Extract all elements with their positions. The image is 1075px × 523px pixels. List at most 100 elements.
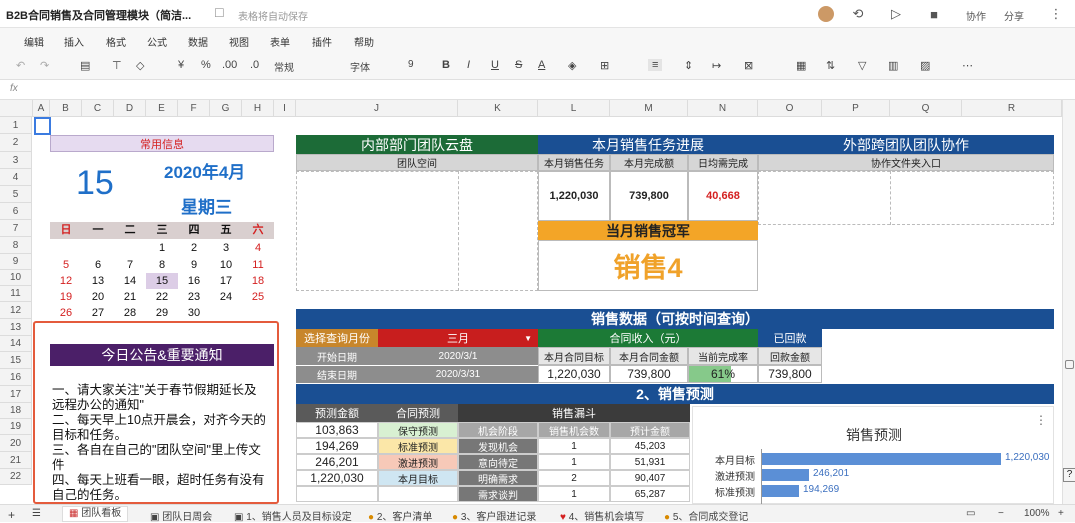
chart-bar[interactable] — [761, 453, 1001, 465]
row-header[interactable]: 22 — [0, 469, 32, 485]
insert-table-icon[interactable]: ▦ — [796, 59, 806, 72]
calendar-day[interactable]: 27 — [82, 305, 114, 321]
row-header[interactable]: 4 — [0, 169, 32, 186]
row-header[interactable]: 7 — [0, 220, 32, 237]
calendar-day[interactable]: 18 — [242, 273, 274, 289]
col-header[interactable]: Q — [890, 100, 962, 117]
calendar-day[interactable]: 14 — [114, 273, 146, 289]
col-header[interactable]: M — [610, 100, 688, 117]
video-icon[interactable]: ■ — [924, 4, 944, 24]
calendar-day[interactable]: 1 — [146, 240, 178, 256]
sheet-tab[interactable]: ● 2、客户清单 — [368, 508, 432, 523]
row-header[interactable]: 10 — [0, 270, 32, 286]
row-header[interactable]: 14 — [0, 336, 32, 352]
menu-form[interactable]: 表单 — [270, 34, 290, 49]
col-header[interactable]: E — [146, 100, 178, 117]
history-icon[interactable]: ⟲ — [848, 4, 868, 24]
calendar-day[interactable]: 26 — [50, 305, 82, 321]
currency-button[interactable]: ¥ — [178, 59, 184, 71]
menu-help[interactable]: 帮助 — [354, 34, 374, 49]
calendar-day[interactable]: 21 — [114, 289, 146, 305]
italic-button[interactable]: I — [467, 59, 470, 71]
calendar-day[interactable] — [242, 305, 274, 321]
row-header[interactable]: 12 — [0, 302, 32, 319]
col-header[interactable]: N — [688, 100, 758, 117]
calendar-day[interactable]: 25 — [242, 289, 274, 305]
underline-button[interactable]: U — [491, 59, 499, 71]
col-header[interactable]: L — [538, 100, 610, 117]
decimal-add-button[interactable]: .00 — [222, 59, 237, 71]
bookmark-icon[interactable]: ☐ — [214, 6, 225, 20]
row-header[interactable]: 20 — [0, 435, 32, 452]
calendar-day[interactable]: 2 — [178, 240, 210, 256]
paste-icon[interactable]: ▤ — [80, 59, 90, 72]
calendar-day[interactable]: 15 — [146, 273, 178, 289]
redo-icon[interactable]: ↷ — [40, 59, 49, 72]
sheet-tab-active[interactable]: ▦ 团队看板 — [62, 506, 129, 522]
number-format-select[interactable]: 常规 — [274, 59, 294, 74]
bold-button[interactable]: B — [442, 59, 450, 71]
chart-icon[interactable]: ▨ — [920, 59, 930, 72]
align-icon[interactable]: ≡ — [648, 59, 663, 71]
col-header[interactable]: R — [962, 100, 1062, 117]
row-header[interactable]: 6 — [0, 203, 32, 220]
calendar-day[interactable]: 13 — [82, 273, 114, 289]
font-size-select[interactable]: 9 — [408, 59, 414, 70]
col-header[interactable]: J — [296, 100, 458, 117]
help-icon[interactable]: ? — [1063, 468, 1075, 482]
select-all-corner[interactable] — [0, 100, 33, 117]
row-header[interactable]: 17 — [0, 386, 32, 403]
chart-bar[interactable] — [761, 469, 809, 481]
calendar-day[interactable]: 6 — [82, 257, 114, 273]
col-header[interactable]: G — [210, 100, 242, 117]
wrap-icon[interactable]: ↦ — [712, 59, 721, 72]
collab-button[interactable]: 协作 — [966, 8, 986, 23]
row-header[interactable]: 11 — [0, 286, 32, 302]
calendar-day[interactable]: 29 — [146, 305, 178, 321]
font-select[interactable]: 字体 — [350, 59, 370, 74]
formula-bar[interactable]: fx — [0, 80, 1075, 100]
calendar-day[interactable]: 19 — [50, 289, 82, 305]
valign-icon[interactable]: ⇕ — [684, 59, 693, 72]
calendar-day[interactable]: 11 — [242, 257, 274, 273]
border-icon[interactable]: ⊞ — [600, 59, 609, 72]
col-header[interactable]: K — [458, 100, 538, 117]
col-header[interactable]: I — [274, 100, 296, 117]
row-header[interactable]: 21 — [0, 452, 32, 469]
row-header[interactable]: 16 — [0, 369, 32, 386]
calendar-day[interactable]: 3 — [210, 240, 242, 256]
strikethrough-button[interactable]: S — [515, 59, 522, 71]
calendar-day[interactable]: 9 — [178, 257, 210, 273]
calendar-day[interactable]: 20 — [82, 289, 114, 305]
col-header[interactable]: P — [822, 100, 890, 117]
calendar-day[interactable] — [210, 305, 242, 321]
font-color-button[interactable]: A — [538, 59, 545, 71]
calendar-day[interactable]: 24 — [210, 289, 242, 305]
calendar-day[interactable]: 30 — [178, 305, 210, 321]
present-icon[interactable]: ▷ — [886, 4, 906, 24]
collab-folder-area[interactable] — [758, 171, 1054, 225]
selected-cell[interactable] — [34, 117, 51, 135]
spreadsheet-grid[interactable]: A B C D E F G H I J K L M N O P Q R S 12… — [0, 100, 1062, 504]
row-header[interactable]: 13 — [0, 319, 32, 336]
calendar-day[interactable]: 16 — [178, 273, 210, 289]
col-header[interactable]: F — [178, 100, 210, 117]
chart-bar[interactable] — [761, 485, 799, 497]
row-header[interactable]: 19 — [0, 419, 32, 435]
document-title[interactable]: B2B合同销售及合同管理模块（简洁... — [6, 7, 191, 23]
col-header[interactable]: B — [50, 100, 82, 117]
calendar-day[interactable]: 10 — [210, 257, 242, 273]
calendar-day[interactable] — [50, 240, 82, 256]
row-header[interactable]: 15 — [0, 352, 32, 369]
row-header[interactable]: 18 — [0, 403, 32, 419]
zoom-out-icon[interactable]: − — [998, 508, 1004, 519]
freeze-icon[interactable]: ▥ — [888, 59, 898, 72]
more-toolbar-icon[interactable]: ⋯ — [962, 59, 973, 72]
calendar-day[interactable]: 8 — [146, 257, 178, 273]
zoom-level[interactable]: 100% — [1024, 508, 1050, 519]
row-header[interactable]: 8 — [0, 237, 32, 254]
forecast-chart[interactable]: 销售预测 ⋮ 本月目标 1,220,030 激进预测 246,201 标准预测 194,2… — [692, 406, 1054, 504]
team-space-area[interactable] — [296, 171, 538, 291]
percent-button[interactable]: % — [201, 59, 211, 71]
clear-format-icon[interactable]: ◇ — [136, 59, 144, 72]
